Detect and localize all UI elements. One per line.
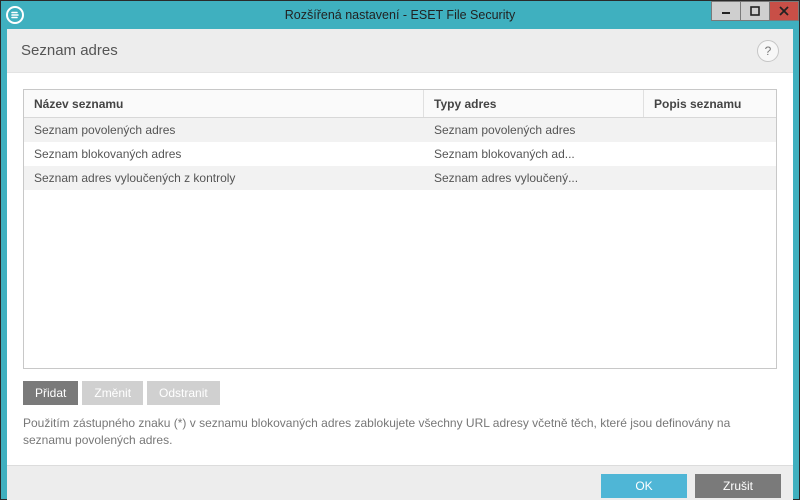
titlebar: Rozšířená nastavení - ESET File Security xyxy=(1,1,799,29)
table-row[interactable]: Seznam blokovaných adres Seznam blokovan… xyxy=(24,142,776,166)
help-button[interactable]: ? xyxy=(757,40,779,62)
footer: OK Zrušit xyxy=(7,465,793,500)
ok-button[interactable]: OK xyxy=(601,474,687,498)
cell-types: Seznam adres vyloučený... xyxy=(424,171,644,185)
column-desc[interactable]: Popis seznamu xyxy=(644,90,776,117)
hint-text: Použitím zástupného znaku (*) v seznamu … xyxy=(23,415,763,449)
cell-types: Seznam blokovaných ad... xyxy=(424,147,644,161)
column-types[interactable]: Typy adres xyxy=(424,90,644,117)
app-logo xyxy=(1,1,29,29)
cell-name: Seznam povolených adres xyxy=(24,123,424,137)
action-buttons: Přidat Změnit Odstranit xyxy=(23,381,777,405)
table-header: Název seznamu Typy adres Popis seznamu xyxy=(24,90,776,118)
address-lists-table: Název seznamu Typy adres Popis seznamu S… xyxy=(23,89,777,369)
cell-name: Seznam blokovaných adres xyxy=(24,147,424,161)
cancel-button[interactable]: Zrušit xyxy=(695,474,781,498)
close-button[interactable] xyxy=(769,1,799,21)
column-name[interactable]: Název seznamu xyxy=(24,90,424,117)
minimize-button[interactable] xyxy=(711,1,741,21)
body: Název seznamu Typy adres Popis seznamu S… xyxy=(7,73,793,465)
add-button[interactable]: Přidat xyxy=(23,381,78,405)
window-controls xyxy=(712,1,799,29)
section-header: Seznam adres ? xyxy=(7,29,793,73)
table-row[interactable]: Seznam adres vyloučených z kontroly Sezn… xyxy=(24,166,776,190)
window-title: Rozšířená nastavení - ESET File Security xyxy=(1,8,799,22)
client-area: Seznam adres ? Název seznamu Typy adres … xyxy=(7,29,793,500)
remove-button: Odstranit xyxy=(147,381,220,405)
section-title: Seznam adres xyxy=(21,42,118,59)
maximize-button[interactable] xyxy=(740,1,770,21)
edit-button: Změnit xyxy=(82,381,143,405)
table-row[interactable]: Seznam povolených adres Seznam povolenýc… xyxy=(24,118,776,142)
cell-types: Seznam povolených adres xyxy=(424,123,644,137)
table-body: Seznam povolených adres Seznam povolenýc… xyxy=(24,118,776,368)
cell-name: Seznam adres vyloučených z kontroly xyxy=(24,171,424,185)
window-root: Rozšířená nastavení - ESET File Security… xyxy=(0,0,800,500)
